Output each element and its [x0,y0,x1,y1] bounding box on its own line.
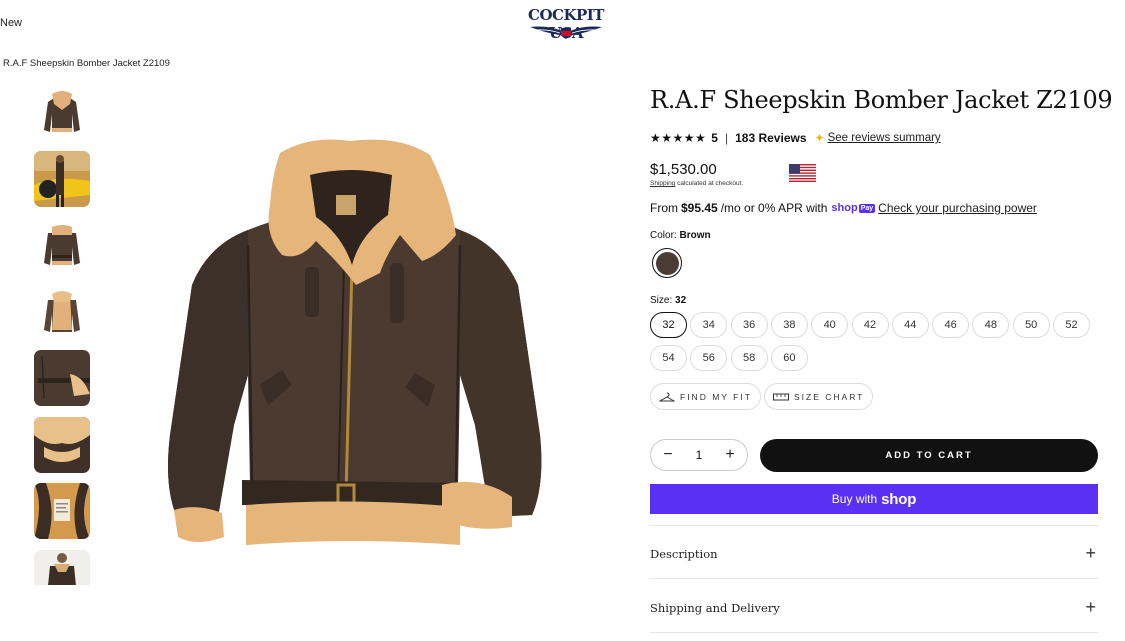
size-option-46[interactable]: 46 [932,312,970,338]
shipping-note: Shipping calculated at checkout. [650,180,743,187]
size-option-60[interactable]: 60 [770,345,808,371]
divider [650,578,1098,579]
size-label-text: Size: [650,295,673,306]
quantity-decrease-button[interactable]: − [661,446,675,464]
swatch-fill [655,251,679,275]
find-my-fit-button[interactable]: FIND MY FIT [650,383,761,410]
logo-wings-icon [530,26,602,39]
plus-icon: + [1085,597,1096,617]
star-rating-icon[interactable]: ★★★★★ [650,131,706,145]
add-to-cart-button[interactable]: ADD TO CART [760,439,1098,472]
buy-with-label: Buy with [831,492,878,506]
sparkle-icon: ✦ [814,131,825,145]
quantity-value[interactable]: 1 [696,448,703,462]
shop-pay-badge: Pay [858,203,876,213]
product-price: $1,530.00 [650,161,717,178]
size-option-48[interactable]: 48 [972,312,1010,338]
brand-logo[interactable]: COCKPIT USA [522,6,610,42]
color-value: Brown [679,230,711,241]
size-option-32[interactable]: 32 [650,312,687,338]
rating-value: 5 [711,131,718,145]
size-option-38[interactable]: 38 [770,312,808,338]
shop-pay-logo: shop Pay [831,202,876,214]
size-option-50[interactable]: 50 [1012,312,1050,338]
size-option-56[interactable]: 56 [690,345,728,371]
plus-icon: + [1085,543,1096,563]
installments-row: From $95.45 /mo or 0% APR with shop Pay C… [650,201,1037,215]
size-chart-label: SIZE CHART [794,391,865,402]
thumbnail-pilot-plane[interactable] [34,150,90,207]
size-option-42[interactable]: 42 [851,312,889,338]
nav-new-link[interactable]: New [0,17,22,29]
purchasing-power-link[interactable]: Check your purchasing power [878,201,1037,215]
size-chart-button[interactable]: SIZE CHART [764,383,874,410]
us-flag-icon[interactable] [789,164,816,182]
size-option-52[interactable]: 52 [1053,312,1090,338]
review-count-link[interactable]: 183 Reviews [735,131,806,145]
installments-prefix: From [650,201,678,215]
quantity-stepper: − 1 + [650,439,748,471]
installments-amount: $95.45 [681,201,718,215]
divider [650,525,1098,526]
thumbnail-model[interactable] [34,549,90,585]
breadcrumb: R.A.F Sheepskin Bomber Jacket Z2109 [3,58,170,69]
rating-separator: | [724,131,729,145]
size-option-34[interactable]: 34 [690,312,728,338]
shipping-link[interactable]: Shipping [650,180,675,187]
ruler-icon [773,393,789,400]
thumbnail-collar-detail[interactable] [34,416,90,473]
reviews-summary-link[interactable]: See reviews summary [828,132,941,144]
rating-row: ★★★★★ 5 | 183 Reviews ✦ See reviews summ… [650,131,941,145]
product-title: R.A.F Sheepskin Bomber Jacket Z2109 [650,86,1113,114]
thumbnail-gallery [34,84,90,585]
color-swatch-brown[interactable] [652,248,682,278]
quantity-increase-button[interactable]: + [723,446,737,464]
accordion-label: Shipping and Delivery [650,600,780,615]
thumbnail-label-detail[interactable] [34,483,90,539]
accordion-description[interactable]: Description + [650,543,1098,564]
size-option-36[interactable]: 36 [730,312,768,338]
shop-brand: shop [881,490,917,508]
accordion-shipping-delivery[interactable]: Shipping and Delivery + [650,597,1098,618]
accordion-label: Description [650,546,718,561]
size-value: 32 [675,295,687,306]
shop-pay-brand: shop [831,202,858,214]
size-label: Size: 32 [650,295,686,306]
installments-suffix: /mo or 0% APR with [720,201,828,215]
main-product-image[interactable] [160,135,550,550]
thumbnail-open[interactable] [34,283,90,340]
thumbnail-cuff-detail[interactable] [34,350,90,406]
color-label-text: Color: [650,230,677,241]
size-option-44[interactable]: 44 [891,312,929,338]
buy-with-shop-button[interactable]: Buy with shop [650,484,1098,514]
thumbnail-back[interactable] [34,217,90,273]
color-label: Color: Brown [650,230,711,241]
shipping-note-text: calculated at checkout. [675,180,744,187]
hanger-icon [659,392,675,401]
find-my-fit-label: FIND MY FIT [680,391,752,402]
size-option-58[interactable]: 58 [730,345,768,371]
divider [650,632,1098,633]
thumbnail-front[interactable] [34,84,90,140]
size-option-40[interactable]: 40 [811,312,849,338]
size-option-54[interactable]: 54 [650,345,687,371]
